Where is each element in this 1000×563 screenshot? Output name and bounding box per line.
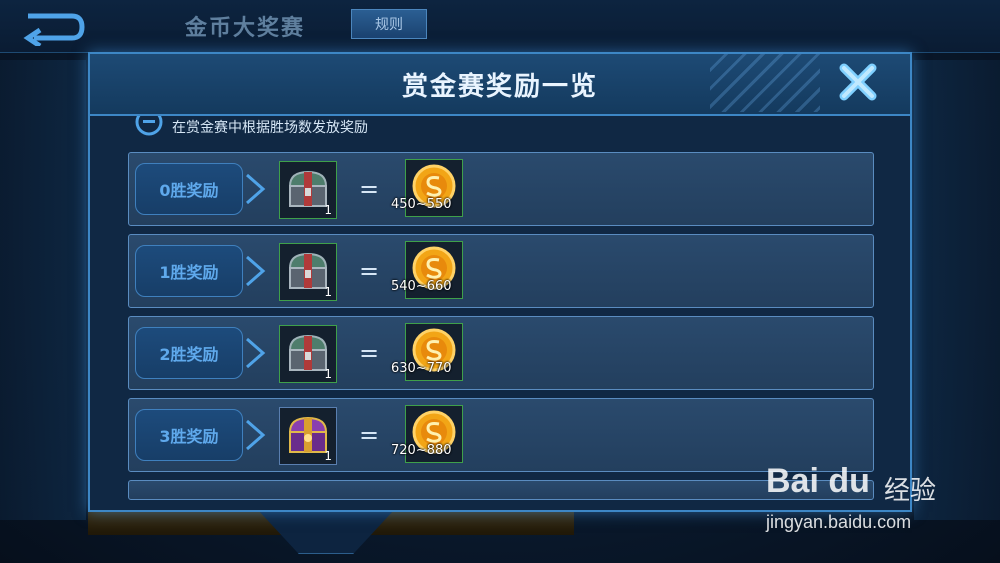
modal-header: 赏金赛奖励一览 (90, 54, 910, 116)
chest-count: 1 (324, 367, 332, 381)
win-label: 2胜奖励 (135, 327, 243, 379)
watermark-url: jingyan.baidu.com (766, 512, 912, 532)
equals-sign: = (359, 257, 380, 285)
reward-row: 3胜奖励 1 = 720~880 (128, 398, 874, 472)
win-label: 1胜奖励 (135, 245, 243, 297)
equals-sign: = (359, 175, 380, 203)
chevron-right-icon (246, 419, 266, 451)
modal-body[interactable]: 在赏金赛中根据胜场数发放奖励 0胜奖励 1 = 450~550 1胜奖励 1 =… (90, 116, 910, 510)
win-label: 0胜奖励 (135, 163, 243, 215)
coin-range: 450~550 (391, 197, 452, 212)
subtitle-row: 在赏金赛中根据胜场数发放奖励 (134, 116, 368, 142)
chest-item-slot[interactable]: 1 (279, 161, 337, 219)
chest-count: 1 (324, 449, 332, 463)
chevron-right-icon (246, 173, 266, 205)
chest-count: 1 (324, 203, 332, 217)
baidu-watermark: Bai du 经验 jingyan.baidu.com (766, 462, 986, 542)
back-arrow-icon[interactable] (20, 8, 90, 46)
subtitle-text: 在赏金赛中根据胜场数发放奖励 (172, 120, 368, 136)
coin-range: 720~880 (391, 443, 452, 458)
win-label: 3胜奖励 (135, 409, 243, 461)
chest-item-slot[interactable]: 1 (279, 325, 337, 383)
watermark-brand: Bai du (766, 462, 870, 500)
reward-list: 0胜奖励 1 = 450~550 1胜奖励 1 = 540~660 2胜奖励 1… (128, 152, 874, 508)
chest-count: 1 (324, 285, 332, 299)
reward-row: 0胜奖励 1 = 450~550 (128, 152, 874, 226)
watermark-cn: 经验 (884, 476, 937, 506)
reward-modal: 赏金赛奖励一览 在赏金赛中根据胜场数发放奖励 0胜奖励 1 = 450~550 … (88, 52, 912, 512)
chest-item-slot[interactable]: 1 (279, 243, 337, 301)
rules-button[interactable]: 规则 (351, 9, 427, 39)
equals-sign: = (359, 339, 380, 367)
chest-item-slot[interactable]: 1 (279, 407, 337, 465)
close-icon[interactable] (836, 60, 880, 104)
page-title: 金币大奖赛 (185, 16, 306, 41)
reward-row-partial (128, 480, 874, 500)
chevron-right-icon (246, 337, 266, 369)
top-bar: 金币大奖赛 规则 (0, 0, 1000, 53)
right-side-decoration (914, 60, 1000, 520)
equals-sign: = (359, 421, 380, 449)
reward-row: 2胜奖励 1 = 630~770 (128, 316, 874, 390)
left-side-decoration (0, 60, 86, 520)
chevron-right-icon (246, 255, 266, 287)
info-badge-icon (135, 116, 163, 136)
coin-range: 630~770 (391, 361, 452, 376)
coin-range: 540~660 (391, 279, 452, 294)
modal-title: 赏金赛奖励一览 (401, 71, 598, 102)
reward-row: 1胜奖励 1 = 540~660 (128, 234, 874, 308)
